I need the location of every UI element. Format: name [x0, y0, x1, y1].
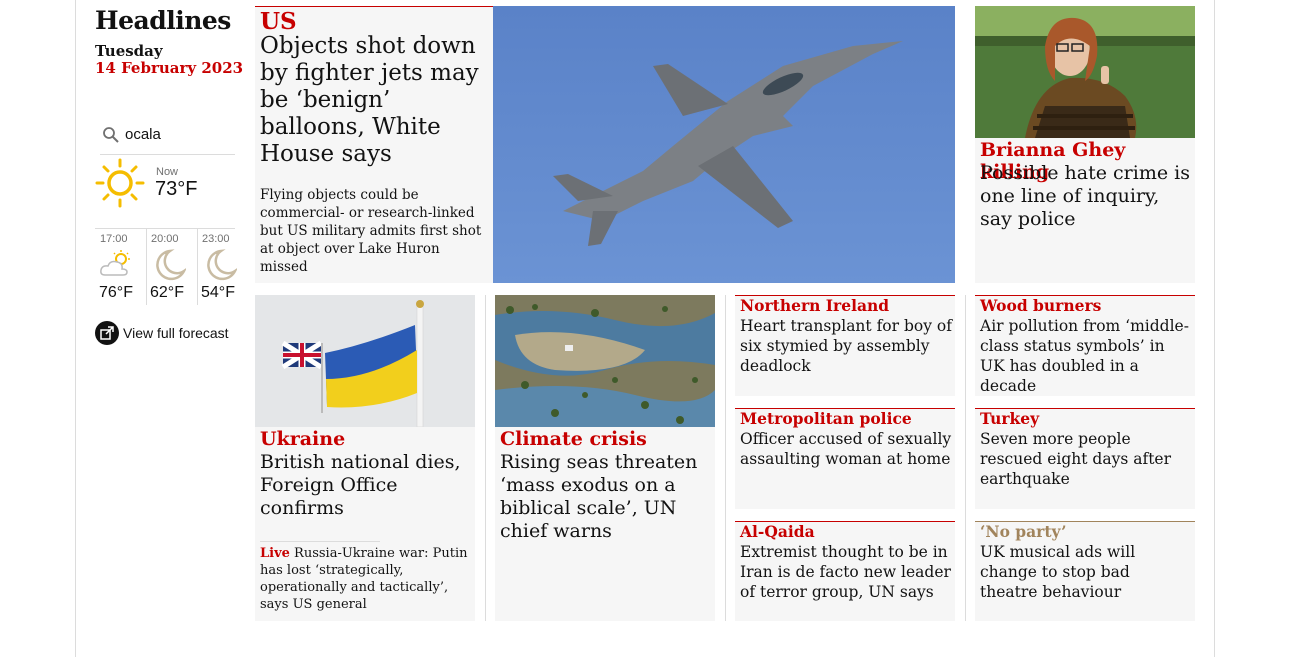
column-divider: [725, 295, 726, 621]
story-headline[interactable]: UK musical ads will change to stop bad t…: [980, 542, 1192, 602]
weather-now-label: Now: [156, 166, 179, 178]
story-card-no-party[interactable]: ‘No party’ UK musical ads will change to…: [975, 521, 1195, 621]
lead-standfirst: Flying objects could be commercial- or r…: [260, 187, 482, 275]
story-card-climate[interactable]: Climate crisis Rising seas threaten ‘mas…: [495, 295, 715, 621]
column-divider: [485, 295, 486, 621]
story-kicker[interactable]: Al-Qaida: [740, 522, 815, 541]
weather-location-value[interactable]: ocala: [125, 126, 161, 143]
live-label: Live: [260, 546, 290, 561]
date-day: Tuesday: [95, 42, 163, 60]
brianna-headline[interactable]: Possible hate crime is one line of inqui…: [980, 162, 1190, 231]
partly-cloudy-icon: [100, 250, 130, 276]
column-divider: [965, 295, 966, 621]
story-card-turkey[interactable]: Turkey Seven more people rescued eight d…: [975, 408, 1195, 509]
story-card-brianna[interactable]: Brianna Ghey killing Possible hate crime…: [975, 6, 1195, 283]
weather-location-search[interactable]: ocala: [100, 124, 235, 155]
story-headline[interactable]: Seven more people rescued eight days aft…: [980, 429, 1192, 489]
climate-headline[interactable]: Rising seas threaten ‘mass exodus on a b…: [500, 451, 710, 543]
story-kicker[interactable]: Wood burners: [980, 296, 1101, 315]
view-full-forecast-link[interactable]: View full forecast: [95, 321, 229, 345]
forecast-time: 23:00: [202, 233, 230, 245]
live-divider: [260, 541, 380, 542]
forecast-slot: 20:00 62°F: [146, 229, 196, 305]
live-headline[interactable]: Russia-Ukraine war: Putin has lost ‘stra…: [260, 546, 467, 612]
story-headline[interactable]: Officer accused of sexually assaulting w…: [740, 429, 952, 469]
fighter-jet-image[interactable]: [493, 6, 955, 283]
live-blog-link[interactable]: Live Russia-Ukraine war: Putin has lost …: [260, 545, 472, 613]
view-full-forecast-label[interactable]: View full forecast: [123, 325, 229, 341]
moon-icon: [207, 249, 237, 281]
story-card-wood-burners[interactable]: Wood burners Air pollution from ‘middle-…: [975, 295, 1195, 396]
forecast-temp: 76°F: [99, 284, 133, 301]
story-kicker[interactable]: ‘No party’: [980, 522, 1066, 541]
story-kicker[interactable]: Northern Ireland: [740, 296, 889, 315]
search-icon: [103, 127, 119, 143]
climate-kicker[interactable]: Climate crisis: [500, 428, 647, 450]
page-frame-left: [75, 0, 76, 657]
story-card-metropolitan-police[interactable]: Metropolitan police Officer accused of s…: [735, 408, 955, 509]
sun-icon: [95, 158, 145, 208]
ukraine-kicker[interactable]: Ukraine: [260, 428, 345, 450]
page-frame-right: [1214, 0, 1215, 657]
forecast-slot: 17:00 76°F: [95, 229, 145, 305]
lead-headline[interactable]: Objects shot down by fighter jets may be…: [260, 33, 485, 168]
story-headline[interactable]: Heart transplant for boy of six stymied …: [740, 316, 952, 376]
forecast-time: 17:00: [100, 233, 128, 245]
brianna-photo[interactable]: [975, 6, 1195, 138]
story-card-al-qaida[interactable]: Al-Qaida Extremist thought to be in Iran…: [735, 521, 955, 621]
story-card-ukraine[interactable]: Ukraine British national dies, Foreign O…: [255, 295, 475, 621]
story-kicker[interactable]: Turkey: [980, 409, 1039, 428]
weather-now-temp: 73°F: [155, 178, 198, 200]
lead-kicker[interactable]: US: [260, 8, 297, 35]
story-card-northern-ireland[interactable]: Northern Ireland Heart transplant for bo…: [735, 295, 955, 396]
lead-story-card[interactable]: US Objects shot down by fighter jets may…: [255, 6, 955, 283]
forecast-temp: 54°F: [201, 284, 235, 301]
ukraine-flag-photo[interactable]: [255, 295, 475, 427]
story-headline[interactable]: Air pollution from ‘middle-class status …: [980, 316, 1192, 396]
section-heading: Headlines: [95, 6, 231, 35]
moon-icon: [156, 249, 186, 281]
forecast-temp: 62°F: [150, 284, 184, 301]
ukraine-headline[interactable]: British national dies, Foreign Office co…: [260, 451, 470, 520]
flooding-aerial-photo[interactable]: [495, 295, 715, 427]
date-full: 14 February 2023: [95, 59, 244, 77]
forecast-slot: 23:00 54°F: [197, 229, 247, 305]
external-link-icon: [95, 321, 119, 345]
story-kicker[interactable]: Metropolitan police: [740, 409, 912, 428]
forecast-time: 20:00: [151, 233, 179, 245]
story-headline[interactable]: Extremist thought to be in Iran is de fa…: [740, 542, 952, 602]
